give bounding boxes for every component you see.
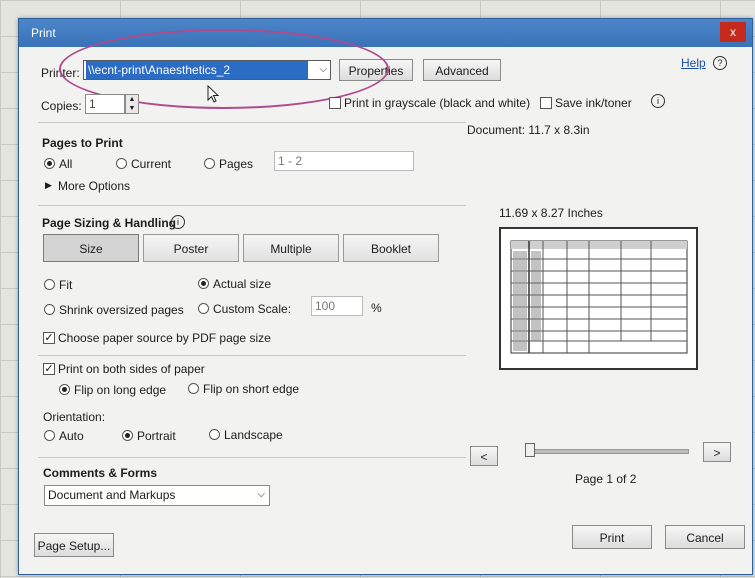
fit-label: Fit [59,278,73,292]
chevron-down-icon: ⌵ [257,489,265,500]
fit-radio[interactable] [44,279,55,290]
short-edge-radio[interactable] [188,383,199,394]
pages-all-radio[interactable] [44,158,55,169]
info-icon[interactable]: i [171,215,185,229]
percent-label: % [371,301,382,315]
page-setup-button[interactable]: Page Setup... [34,533,114,557]
paper-size-label: 11.69 x 8.27 Inches [499,206,603,220]
close-button[interactable]: x [720,22,746,42]
preview-thumbnail [510,240,688,354]
next-page-button[interactable]: > [703,442,731,462]
shrink-radio[interactable] [44,304,55,315]
cancel-button[interactable]: Cancel [665,525,745,549]
document-size-label: Document: 11.7 x 8.3in [467,123,590,137]
tab-multiple[interactable]: Multiple [243,234,339,262]
paper-source-checkbox[interactable]: ✓ [43,332,55,344]
orientation-portrait-label: Portrait [137,429,176,443]
print-dialog: Print x Printer: \\ecnt-print\Anaestheti… [18,18,753,575]
divider [38,457,466,458]
comments-forms-heading: Comments & Forms [43,466,158,480]
custom-scale-label: Custom Scale: [213,302,292,316]
pages-all-label: All [59,157,73,171]
orientation-landscape-radio[interactable] [209,429,220,440]
custom-scale-radio[interactable] [198,303,209,314]
close-icon: x [730,25,736,39]
tab-size[interactable]: Size [43,234,139,262]
pages-current-radio[interactable] [116,158,127,169]
divider [38,122,466,123]
tab-booklet[interactable]: Booklet [343,234,439,262]
orientation-auto-radio[interactable] [44,430,55,441]
pages-range-radio[interactable] [204,158,215,169]
pages-range-input[interactable]: 1 - 2 [274,151,414,171]
orientation-portrait-radio[interactable] [122,430,133,441]
copies-input[interactable]: 1 [85,94,125,114]
custom-scale-value: 100 [315,299,336,313]
orientation-heading: Orientation: [43,410,106,424]
copies-stepper[interactable]: ▲ ▼ [125,94,139,114]
more-options-link[interactable]: More Options [58,179,130,193]
comments-forms-select[interactable]: Document and Markups ⌵ [44,485,270,506]
page-preview [499,227,698,370]
save-ink-checkbox[interactable] [540,97,552,109]
paper-source-label: Choose paper source by PDF page size [58,331,271,345]
expand-triangle-icon[interactable]: ▶ [45,180,52,191]
both-sides-label: Print on both sides of paper [58,362,205,376]
tab-poster[interactable]: Poster [143,234,239,262]
save-ink-label: Save ink/toner [555,96,632,110]
chevron-right-icon: > [713,446,721,460]
pages-current-label: Current [131,157,172,171]
orientation-landscape-label: Landscape [224,428,283,442]
chevron-left-icon: < [480,450,488,464]
page-slider-track[interactable] [529,449,689,454]
orientation-auto-label: Auto [59,429,84,443]
comments-forms-value: Document and Markups [48,488,176,502]
actual-size-label: Actual size [213,277,272,291]
checkmark-icon: ✓ [44,363,54,375]
advanced-button[interactable]: Advanced [423,59,501,81]
help-link[interactable]: Help [681,56,706,70]
help-icon[interactable]: ? [713,56,727,70]
pages-range-value: 1 - 2 [278,154,303,168]
info-icon[interactable]: i [651,94,665,108]
copies-value: 1 [89,97,96,111]
window-title: Print [31,26,56,40]
long-edge-label: Flip on long edge [74,383,167,397]
copies-label: Copies: [41,99,82,113]
checkmark-icon: ✓ [44,332,54,344]
shrink-label: Shrink oversized pages [59,303,184,317]
short-edge-label: Flip on short edge [203,382,300,396]
page-slider-thumb[interactable] [525,443,535,457]
both-sides-checkbox[interactable]: ✓ [43,363,55,375]
page-sizing-heading: Page Sizing & Handling [42,216,177,230]
pages-to-print-heading: Pages to Print [42,136,123,150]
divider [38,205,466,206]
grayscale-label: Print in grayscale (black and white) [344,96,531,110]
prev-page-button[interactable]: < [470,446,498,466]
long-edge-radio[interactable] [59,384,70,395]
pages-range-label: Pages [219,157,254,171]
grayscale-checkbox[interactable] [329,97,341,109]
custom-scale-input[interactable]: 100 [311,296,363,316]
divider [38,355,466,356]
print-button[interactable]: Print [572,525,652,549]
page-count-label: Page 1 of 2 [575,472,637,486]
actual-size-radio[interactable] [198,278,209,289]
mouse-cursor-icon [207,85,220,103]
